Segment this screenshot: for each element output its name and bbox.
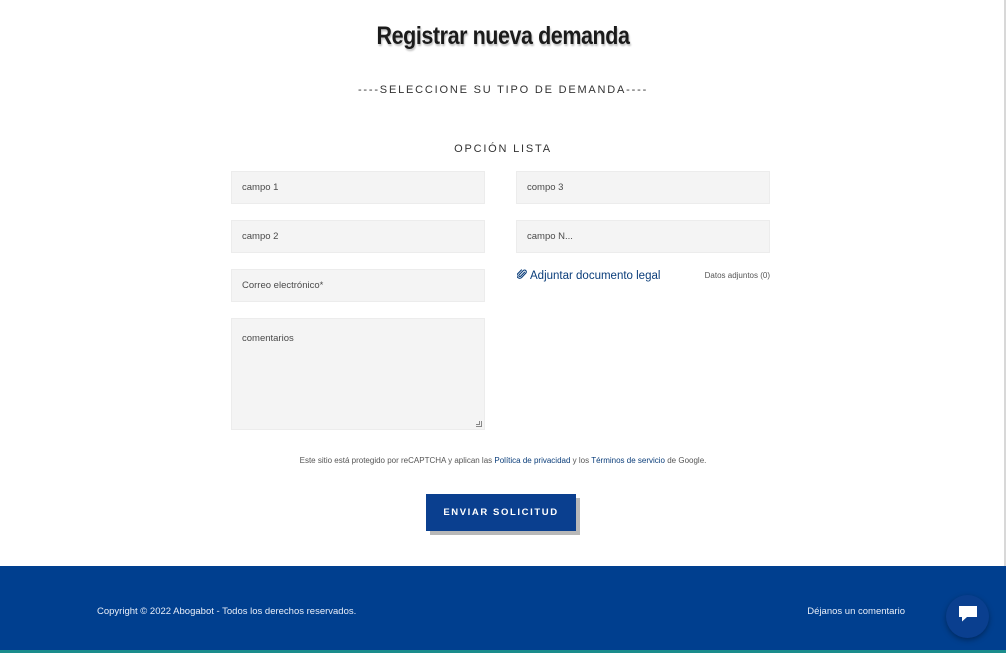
comments-placeholder: comentarios xyxy=(242,333,294,344)
field-3-placeholder: compo 3 xyxy=(527,182,564,193)
paperclip-icon xyxy=(516,269,527,283)
field-2-placeholder: campo 2 xyxy=(242,231,279,242)
field-n-placeholder: campo N... xyxy=(527,231,573,242)
attach-document-label: Adjuntar documento legal xyxy=(530,270,661,282)
attachments-count: Datos adjuntos (0) xyxy=(704,271,770,280)
field-1-placeholder: campo 1 xyxy=(242,182,279,193)
recaptcha-notice: Este sitio está protegido por reCAPTCHA … xyxy=(0,456,1006,465)
field-3-input[interactable]: compo 3 xyxy=(516,171,770,204)
field-n-input[interactable]: campo N... xyxy=(516,220,770,253)
field-2-input[interactable]: campo 2 xyxy=(231,220,485,253)
attach-document-link[interactable]: Adjuntar documento legal xyxy=(516,269,661,283)
submit-request-button[interactable]: ENVIAR SOLICITUD xyxy=(426,494,576,531)
option-list-heading: OPCIÓN LISTA xyxy=(454,143,552,155)
chat-bubble-icon xyxy=(958,605,978,628)
resize-handle[interactable] xyxy=(476,421,482,427)
leave-comment-link[interactable]: Déjanos un comentario xyxy=(807,606,905,617)
chat-button[interactable] xyxy=(946,595,989,638)
privacy-policy-link[interactable]: Política de privacidad xyxy=(494,456,570,465)
recaptcha-prefix: Este sitio está protegido por reCAPTCHA … xyxy=(299,456,495,465)
email-field[interactable]: Correo electrónico* xyxy=(231,269,485,302)
field-1-input[interactable]: campo 1 xyxy=(231,171,485,204)
recaptcha-suffix: de Google. xyxy=(665,456,707,465)
comments-textarea[interactable]: comentarios xyxy=(231,318,485,430)
demand-type-heading: ----SELECCIONE SU TIPO DE DEMANDA---- xyxy=(357,84,649,96)
terms-of-service-link[interactable]: Términos de servicio xyxy=(591,456,665,465)
site-footer: Copyright © 2022 Abogabot - Todos los de… xyxy=(0,566,1006,653)
email-placeholder: Correo electrónico* xyxy=(242,280,324,291)
copyright-text: Copyright © 2022 Abogabot - Todos los de… xyxy=(97,606,357,617)
recaptcha-middle: y los xyxy=(570,456,592,465)
page-title: Registrar nueva demanda xyxy=(376,22,630,50)
